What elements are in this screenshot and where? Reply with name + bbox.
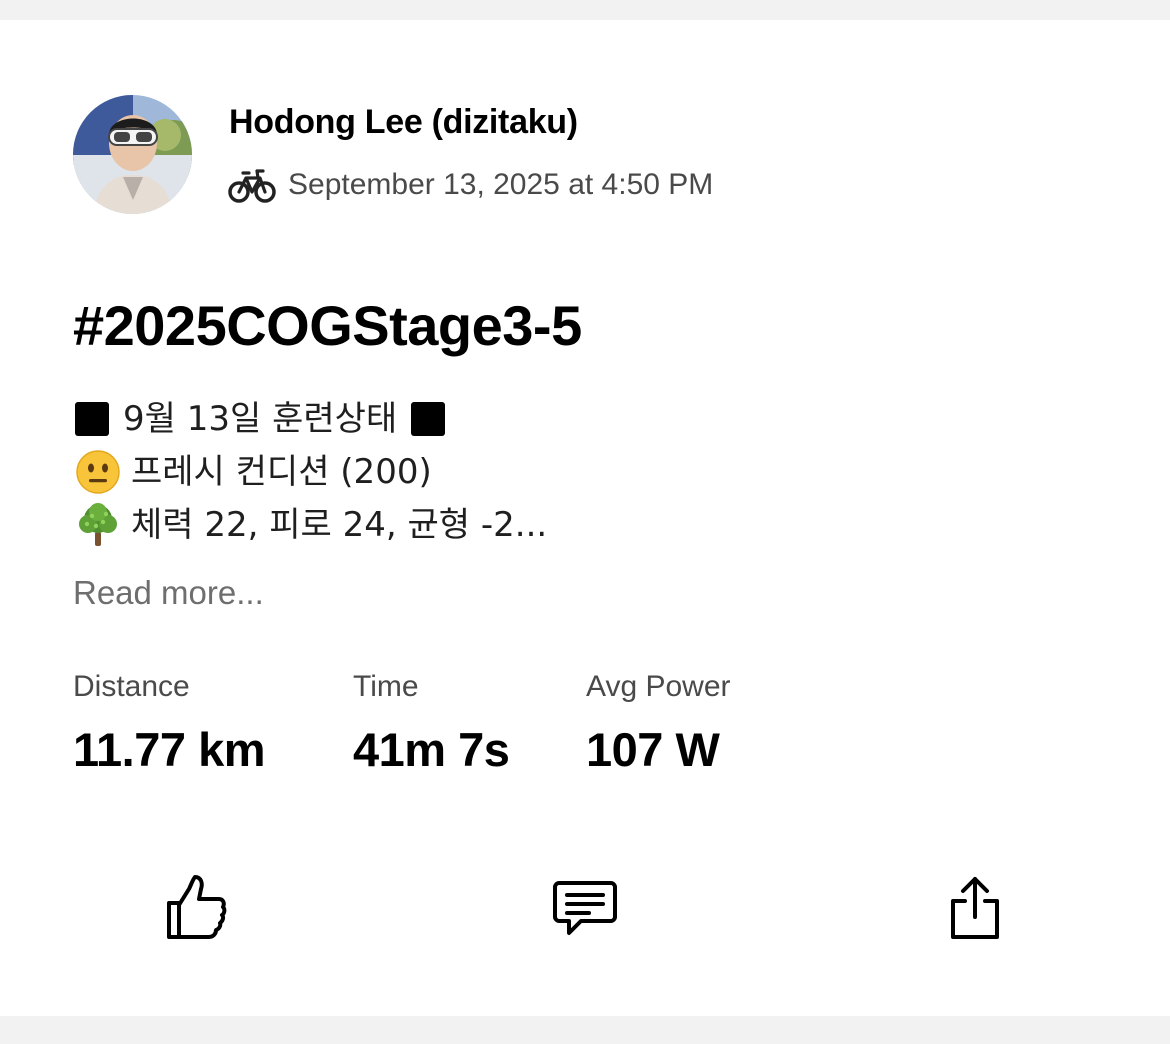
- stat-value: 107 W: [586, 723, 720, 776]
- read-more-link[interactable]: Read more...: [73, 574, 264, 612]
- bottom-divider: [0, 1016, 1170, 1044]
- activity-title[interactable]: #2025COGStage3-5: [73, 293, 582, 358]
- thumbs-up-icon: [167, 875, 227, 939]
- neutral-face-emoji: [76, 449, 120, 494]
- stat-label: Avg Power: [586, 670, 731, 703]
- activity-timestamp: September 13, 2025 at 4:50 PM: [288, 168, 714, 201]
- stat-distance: Distance 11.77 km: [73, 670, 266, 777]
- stat-value: 11.77 km: [73, 723, 266, 776]
- stat-label: Time: [353, 670, 419, 703]
- like-button[interactable]: [150, 862, 240, 952]
- activity-description: 9월 13일 훈련상태 프레시 컨디션 (200) 체력 22, 피로 24, …: [75, 392, 547, 551]
- comment-button[interactable]: [540, 862, 630, 952]
- stat-time: Time 41m 7s: [353, 670, 510, 777]
- description-line-3-text: 체력 22, 피로 24, 균형 -2...: [131, 504, 548, 545]
- avatar[interactable]: [73, 95, 192, 214]
- tree-emoji: [79, 502, 117, 546]
- black-square-icon: [75, 401, 109, 436]
- stat-avg-power: Avg Power 107 W: [586, 670, 731, 777]
- share-icon: [951, 877, 999, 939]
- description-line-3: 체력 22, 피로 24, 균형 -2...: [75, 498, 547, 551]
- description-line-2-text: 프레시 컨디션 (200): [131, 451, 432, 492]
- author-name[interactable]: Hodong Lee (dizitaku): [229, 103, 578, 142]
- share-button[interactable]: [930, 862, 1020, 952]
- stat-value: 41m 7s: [353, 723, 510, 776]
- description-line-2: 프레시 컨디션 (200): [75, 445, 547, 498]
- top-divider: [0, 0, 1170, 20]
- stat-label: Distance: [73, 670, 190, 703]
- avatar-image: [73, 95, 192, 214]
- bike-icon: [228, 169, 276, 203]
- comment-icon: [553, 881, 617, 935]
- description-line-1-text: 9월 13일 훈련상태: [123, 398, 398, 439]
- black-square-icon: [411, 401, 446, 436]
- activity-meta: September 13, 2025 at 4:50 PM: [228, 166, 713, 204]
- description-line-1: 9월 13일 훈련상태: [75, 392, 547, 445]
